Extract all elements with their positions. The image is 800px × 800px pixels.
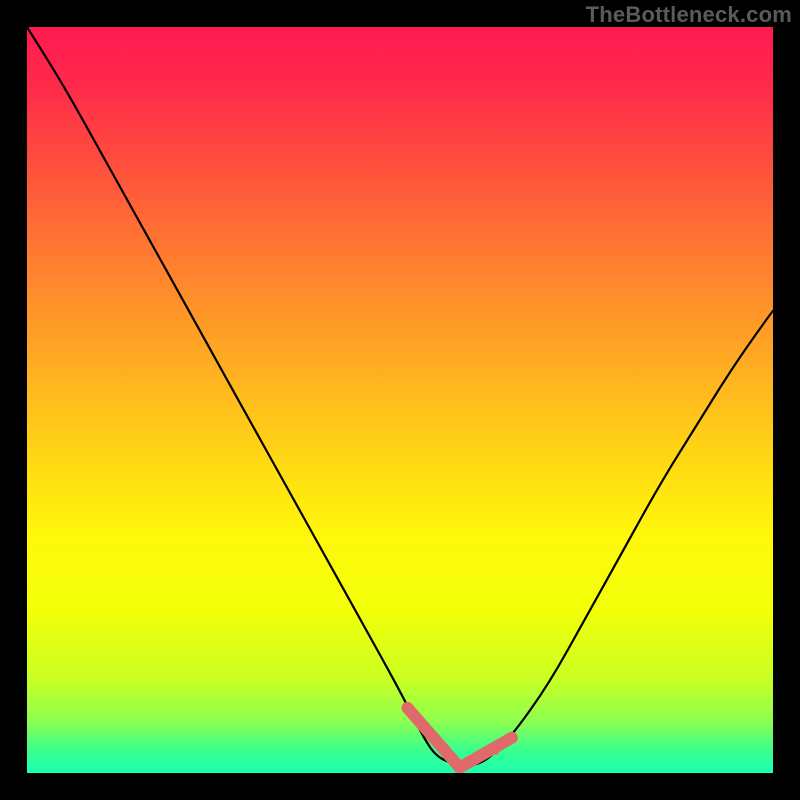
plot-area (27, 27, 773, 773)
chart-frame: TheBottleneck.com (0, 0, 800, 800)
bottleneck-curve-path (27, 27, 773, 766)
curve-layer (27, 27, 773, 773)
watermark-text: TheBottleneck.com (586, 2, 792, 28)
